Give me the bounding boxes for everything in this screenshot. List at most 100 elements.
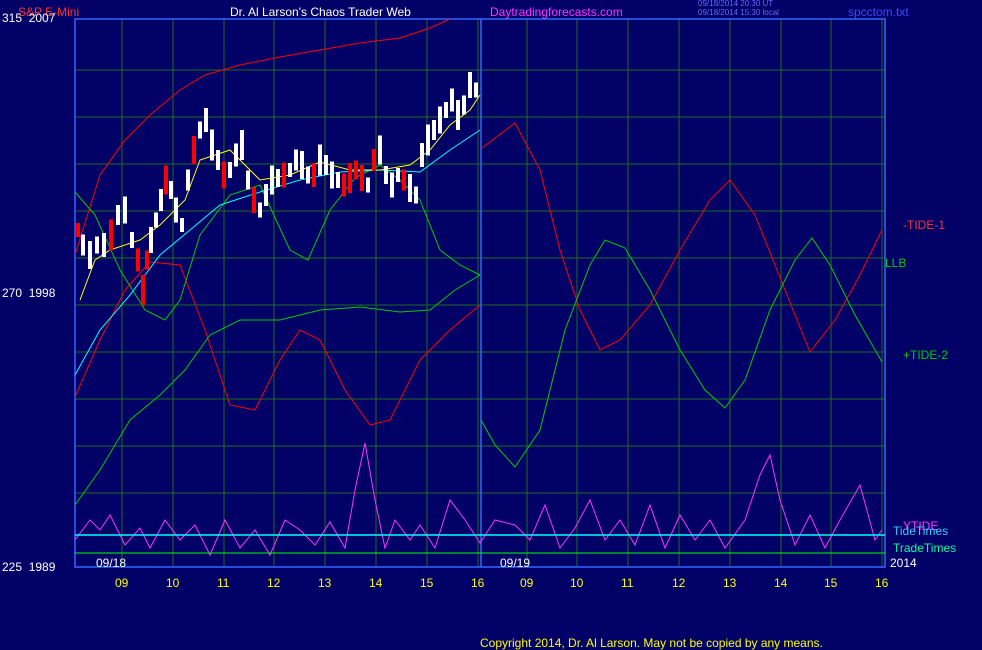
price-bar (366, 177, 370, 193)
y-label-top: 315 2007 (2, 11, 55, 25)
price-bar (210, 129, 214, 161)
price-bar (300, 151, 304, 179)
price-bar (204, 108, 208, 132)
price-bar (159, 189, 163, 211)
price-bar (450, 88, 454, 112)
price-bar (384, 166, 388, 184)
price-bar (360, 165, 364, 191)
price-bar (270, 165, 274, 195)
x-tick-label: 14 (774, 576, 788, 590)
price-bar (342, 173, 346, 197)
moving-average-line (74, 129, 481, 376)
price-bar (444, 102, 448, 118)
y-code: 270 (2, 286, 23, 300)
price-bar (432, 120, 436, 140)
chart-canvas (74, 18, 886, 568)
price-bar (456, 100, 460, 130)
year-label: 2014 (890, 556, 917, 570)
price-bar (468, 72, 472, 98)
price-bar (336, 172, 340, 188)
y-price: 1998 (28, 286, 56, 300)
price-bar (462, 95, 466, 115)
price-bar (264, 184, 268, 206)
price-bar (306, 166, 310, 184)
price-bar (116, 205, 120, 225)
tide1-line-day2 (481, 122, 883, 353)
price-bar (149, 227, 153, 253)
label-tradetimes: TradeTimes (893, 541, 957, 555)
x-tick-label: 11 (621, 576, 634, 590)
price-bar (276, 169, 280, 187)
price-bar (130, 232, 134, 248)
timestamp-local: 09/18/2014 15:30 local (698, 8, 779, 17)
price-bar (420, 143, 424, 167)
price-bar (318, 144, 322, 176)
price-bar (414, 186, 418, 204)
x-tick-label: 09 (520, 576, 534, 590)
price-bar (154, 212, 158, 228)
price-bar (282, 162, 286, 188)
price-bar (246, 170, 250, 190)
price-bar (222, 161, 226, 189)
price-bar (88, 241, 92, 269)
label-tide2: +TIDE-2 (903, 348, 949, 362)
y-code: 315 (2, 11, 23, 25)
price-bar (228, 162, 232, 178)
price-bar (402, 169, 406, 191)
price-bar (312, 163, 316, 187)
price-bar (240, 130, 244, 160)
price-bar (164, 165, 168, 195)
price-bar (438, 106, 442, 134)
price-bar (330, 161, 334, 189)
x-tick-label: 10 (570, 576, 584, 590)
label-tidetimes: TideTimes (893, 524, 949, 538)
price-bar (81, 234, 85, 256)
y-label-bottom: 225 1989 (2, 560, 55, 574)
x-tick-label: 10 (166, 576, 180, 590)
timestamp-ut: 09/18/2014 20:30 UT (698, 0, 774, 8)
price-bar (102, 233, 106, 257)
price-bar (258, 202, 262, 218)
site-link[interactable]: Daytradingforecasts.com (490, 5, 623, 19)
y-price: 2007 (28, 11, 56, 25)
price-bar (234, 143, 238, 167)
price-bar (408, 174, 412, 202)
price-bar (294, 149, 298, 171)
price-bar (123, 196, 127, 224)
copyright: Copyright 2014, Dr. Al Larson. May not b… (480, 636, 823, 650)
tide1-line-day1 (74, 261, 481, 426)
x-tick-label: 12 (672, 576, 686, 590)
tide1-upper-band (74, 18, 451, 256)
price-bar (396, 168, 400, 182)
x-tick-label: 09 (115, 576, 129, 590)
chart-author: Dr. Al Larson's Chaos Trader Web (230, 5, 411, 19)
price-bar (252, 187, 256, 213)
price-bar (76, 223, 80, 237)
price-bar (174, 197, 178, 223)
price-bar (474, 82, 478, 98)
price-bar (426, 124, 430, 156)
x-tick-label: 12 (267, 576, 281, 590)
x-tick-label: 13 (723, 576, 737, 590)
price-bar (180, 218, 184, 232)
price-bar (372, 149, 376, 171)
label-tide1: -TIDE-1 (903, 218, 945, 232)
label-llb: LLB (885, 256, 907, 270)
x-tick-label: 14 (369, 576, 383, 590)
plot-frame (74, 18, 886, 568)
y-code: 225 (2, 560, 23, 574)
price-bar (136, 248, 140, 272)
x-tick-label: 15 (824, 576, 838, 590)
price-bar (354, 160, 358, 180)
price-bar (216, 150, 220, 170)
x-tick-label: 16 (875, 576, 889, 590)
price-bars (76, 72, 478, 305)
price-bar (109, 219, 113, 251)
price-bar (378, 135, 382, 165)
price-bar (348, 163, 352, 193)
price-bar (288, 163, 292, 177)
price-bar (169, 181, 173, 199)
price-bar (186, 169, 190, 191)
price-bar (141, 275, 145, 305)
x-tick-label: 13 (318, 576, 332, 590)
